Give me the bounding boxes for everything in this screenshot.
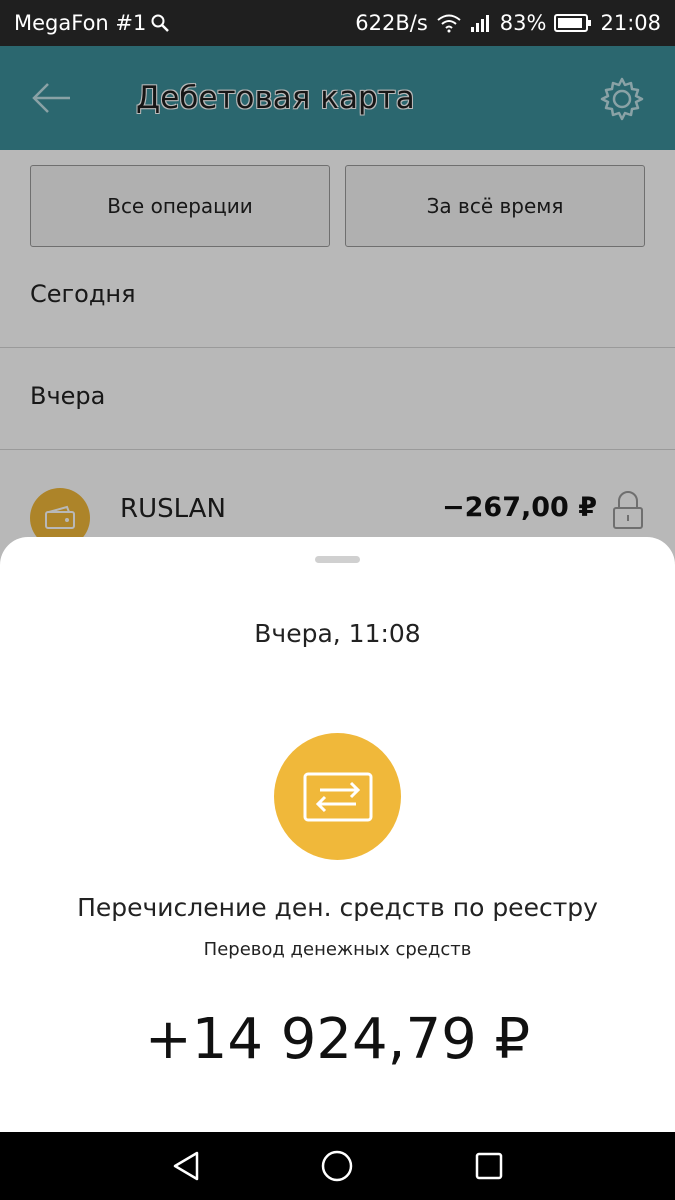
- nav-back-button[interactable]: [164, 1144, 208, 1188]
- clock: 21:08: [600, 11, 661, 35]
- signal-icon: [470, 13, 492, 33]
- operation-details-sheet: Вчера, 11:08 Перечисление ден. средств п…: [0, 537, 675, 1132]
- carrier-label: MegaFon #1: [14, 11, 147, 35]
- nav-home-button[interactable]: [315, 1144, 359, 1188]
- operation-description: Перечисление ден. средств по реестру: [77, 893, 598, 922]
- battery-icon: [554, 13, 592, 33]
- system-nav-bar: [0, 1132, 675, 1200]
- battery-percent: 83%: [499, 11, 547, 35]
- sheet-drag-handle[interactable]: [315, 556, 360, 563]
- triangle-back-icon: [173, 1151, 199, 1181]
- operation-category: Перевод денежных средств: [203, 939, 472, 960]
- status-bar: MegaFon #1 622B/s 83% 21:08: [0, 0, 675, 46]
- network-speed: 622B/s: [355, 11, 428, 35]
- operation-date: Вчера, 11:08: [254, 619, 421, 648]
- nav-recents-button[interactable]: [467, 1144, 511, 1188]
- transfer-card-icon: [274, 733, 401, 860]
- search-icon: [150, 13, 170, 33]
- operation-total-amount: +14 924,79 ₽: [144, 1007, 531, 1072]
- circle-home-icon: [322, 1150, 353, 1182]
- square-recents-icon: [475, 1152, 503, 1180]
- wifi-icon: [436, 13, 462, 33]
